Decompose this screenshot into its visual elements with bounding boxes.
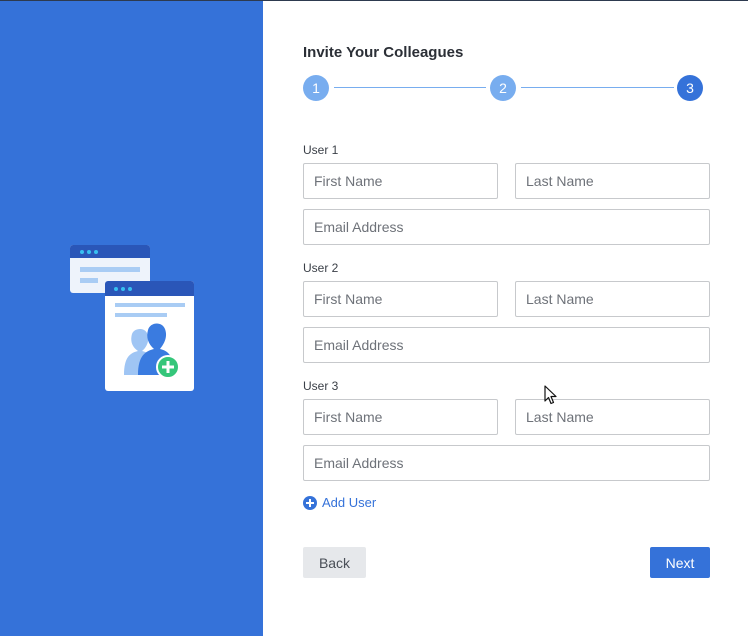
left-illustration-panel — [0, 1, 263, 636]
user-1-first-name-input[interactable] — [303, 163, 498, 199]
user-1-label: User 1 — [303, 143, 339, 157]
plus-circle-icon — [303, 495, 317, 510]
user-1-email-input[interactable] — [303, 209, 710, 245]
user-2-email-input[interactable] — [303, 327, 710, 363]
step-3[interactable]: 3 — [677, 75, 703, 101]
step-1[interactable]: 1 — [303, 75, 329, 101]
next-button[interactable]: Next — [650, 547, 710, 578]
page-title: Invite Your Colleagues — [303, 44, 464, 61]
add-user-label: Add User — [322, 495, 377, 510]
step-2[interactable]: 2 — [490, 75, 516, 101]
user-3-label: User 3 — [303, 379, 339, 393]
user-2-last-name-input[interactable] — [515, 281, 710, 317]
user-2-label: User 2 — [303, 261, 339, 275]
mouse-pointer-icon — [544, 385, 557, 405]
user-3-first-name-input[interactable] — [303, 399, 498, 435]
user-2-first-name-input[interactable] — [303, 281, 498, 317]
back-button[interactable]: Back — [303, 547, 366, 578]
step-connector-1-2 — [334, 87, 486, 88]
user-3-email-input[interactable] — [303, 445, 710, 481]
invite-form: Invite Your Colleagues 1 2 3 User 1 User… — [303, 0, 710, 636]
progress-stepper: 1 2 3 — [303, 75, 704, 101]
step-connector-2-3 — [521, 87, 674, 88]
user-1-last-name-input[interactable] — [515, 163, 710, 199]
invite-users-illustration-icon — [70, 245, 194, 391]
add-user-link[interactable]: Add User — [303, 495, 376, 510]
